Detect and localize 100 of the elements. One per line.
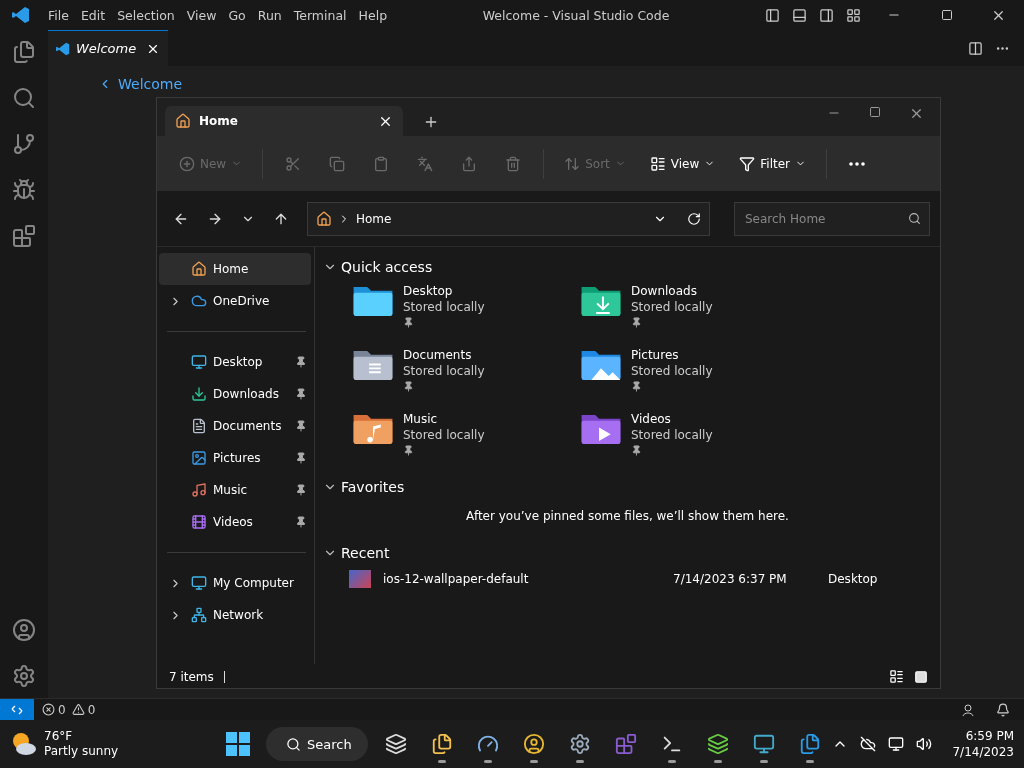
account-icon[interactable] [12, 618, 36, 642]
taskbar-search[interactable]: Search [266, 727, 368, 761]
sidebar-item[interactable]: Home [159, 253, 311, 285]
sidebar-item[interactable]: Network [159, 599, 311, 631]
blocks-icon[interactable] [12, 224, 36, 248]
close-icon[interactable] [909, 106, 924, 121]
bell-icon[interactable] [996, 702, 1010, 717]
pin-icon [631, 445, 642, 456]
monitor-icon[interactable] [752, 733, 775, 755]
explorer-tab[interactable]: Home [165, 106, 403, 136]
filter-button[interactable]: Filter [729, 149, 816, 178]
stack-icon[interactable] [706, 733, 729, 755]
sidebar-item[interactable]: Desktop [159, 346, 311, 378]
pin-icon [295, 516, 307, 528]
menu-item[interactable]: View [180, 7, 223, 23]
window-title: Welcome - Visual Studio Code [482, 7, 670, 23]
clock-time[interactable]: 6:59 PM [965, 727, 1014, 744]
share-icon [461, 155, 478, 172]
folder-tile[interactable]: Pictures Stored locally [579, 347, 807, 403]
bug-icon[interactable] [12, 178, 36, 202]
pin-icon [295, 420, 307, 432]
back-link[interactable]: Welcome [98, 76, 183, 92]
picture-icon [191, 450, 207, 466]
weather-description: Partly sunny [44, 744, 119, 759]
music-icon [191, 482, 207, 498]
section-header[interactable]: Favorites [323, 475, 932, 499]
editor-tab[interactable]: Welcome [48, 30, 168, 66]
pin-icon [631, 381, 642, 392]
files-icon[interactable] [12, 40, 36, 64]
cloud-off-icon[interactable] [860, 736, 877, 752]
refresh-icon[interactable] [687, 211, 701, 226]
app-logo-icon [12, 6, 30, 24]
section-header[interactable]: Recent [323, 541, 932, 565]
section-header[interactable]: Quick access [323, 255, 932, 279]
search-icon[interactable] [12, 86, 36, 110]
app-logo-icon [56, 41, 70, 56]
pin-icon [631, 317, 642, 328]
monitor-icon [191, 575, 207, 591]
folder-tile[interactable]: Documents Stored locally [351, 347, 579, 403]
menu-item[interactable]: File [42, 7, 75, 23]
home-icon [316, 210, 332, 227]
folder-tile[interactable]: Downloads Stored locally [579, 283, 807, 339]
recent-file-row[interactable]: ios-12-wallpaper-default 7/14/2023 6:37 PM Desktop [323, 565, 932, 593]
weather-sun-cloud-icon [10, 731, 38, 757]
film-icon [191, 514, 207, 530]
problems-status[interactable]: 0 0 [42, 702, 96, 717]
search-box[interactable]: Search Home [734, 201, 930, 236]
details-view-icon[interactable] [889, 669, 904, 684]
home-icon [175, 113, 191, 129]
folder-tile[interactable]: Music Stored locally [351, 411, 579, 467]
branch-icon[interactable] [12, 132, 36, 156]
volume-icon[interactable] [916, 736, 933, 752]
rename-icon [417, 155, 434, 172]
pin-icon [403, 317, 414, 328]
warning-icon [71, 703, 85, 716]
start-icon[interactable] [226, 732, 250, 756]
sidebar-item[interactable]: Videos [159, 506, 311, 538]
plus-icon [179, 155, 195, 172]
more-icon [849, 161, 865, 166]
search-field[interactable]: Search Home [743, 210, 908, 227]
address-text: Home [356, 211, 393, 226]
new-tab-icon[interactable] [423, 114, 439, 130]
view-button[interactable]: View [639, 149, 726, 178]
clipboard-icon [373, 155, 390, 172]
person-icon[interactable] [962, 702, 976, 717]
layout-icon[interactable] [846, 7, 861, 23]
folder-tile[interactable]: Videos Stored locally [579, 411, 807, 467]
sidebar-item[interactable]: Documents [159, 410, 311, 442]
sidebar-item[interactable]: OneDrive [159, 285, 311, 317]
sidebar-item[interactable]: Music [159, 474, 311, 506]
pin-icon [403, 445, 414, 456]
layout-icon[interactable] [765, 7, 780, 23]
clock-date[interactable]: 7/14/2023 [952, 744, 1014, 761]
sort-icon [564, 155, 581, 172]
layout-icon[interactable] [819, 7, 834, 23]
tiles-view-icon[interactable] [914, 669, 928, 684]
menu-item[interactable]: Terminal [287, 7, 353, 23]
folder-tile[interactable]: Desktop Stored locally [351, 283, 579, 339]
sidebar-item[interactable]: Downloads [159, 378, 311, 410]
gear-icon[interactable] [568, 733, 591, 755]
menu-item[interactable]: Edit [74, 7, 112, 23]
monitor-icon [191, 354, 207, 370]
sidebar-item[interactable]: Pictures [159, 442, 311, 474]
home-icon [191, 261, 207, 277]
menu-item[interactable]: Go [222, 7, 252, 23]
panel-icon[interactable] [792, 7, 807, 23]
sidebar-item[interactable]: My Computer [159, 567, 311, 599]
blocks-icon[interactable] [614, 733, 637, 755]
address-bar[interactable]: Home [307, 201, 710, 236]
menu-item[interactable]: Run [251, 7, 288, 23]
trash-icon [505, 155, 522, 172]
maximize-icon[interactable] [941, 9, 953, 21]
image-file-icon [349, 570, 371, 588]
menu-item[interactable]: Selection [111, 7, 181, 23]
maximize-icon[interactable] [869, 106, 881, 118]
menu-item[interactable]: Help [352, 7, 394, 23]
filter-icon [739, 155, 756, 172]
split-icon[interactable] [968, 40, 983, 56]
search-icon [908, 212, 921, 225]
settings-icon[interactable] [12, 664, 36, 688]
